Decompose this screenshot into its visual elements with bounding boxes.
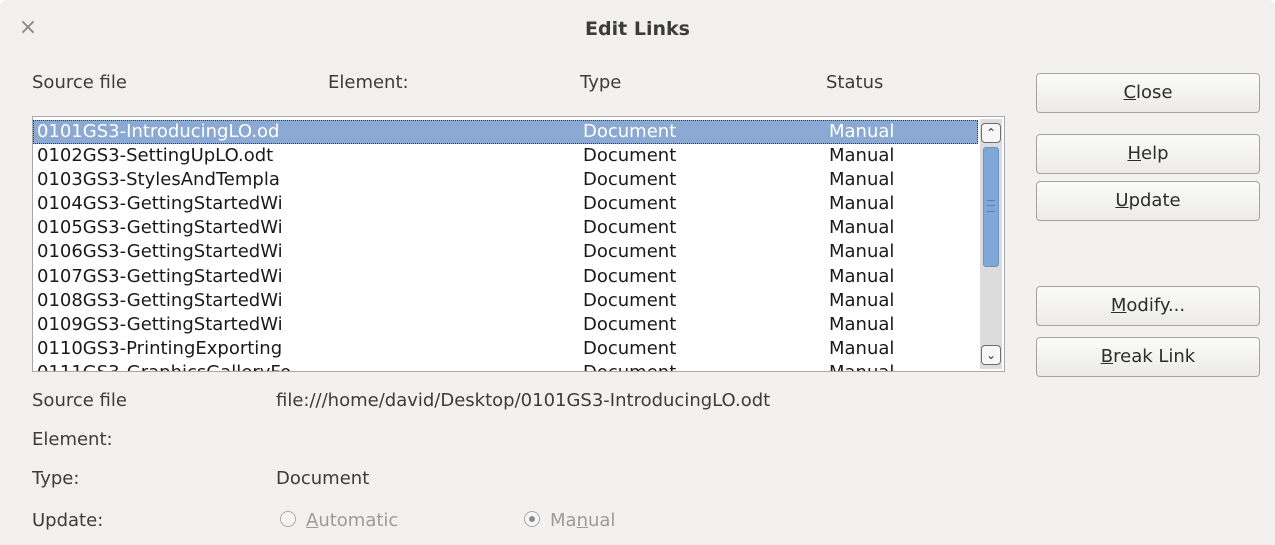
link-source-cell: 0105GS3-GettingStartedWi — [37, 217, 283, 239]
link-row[interactable]: 0101GS3-IntroducingLO.od Document Manual — [33, 120, 978, 145]
scrollbar-thumb[interactable] — [983, 147, 999, 267]
link-status-cell: Manual — [829, 169, 895, 191]
element-label: Element: — [32, 429, 113, 450]
update-button-mnemonic: U — [1115, 190, 1129, 211]
manual-radio-label: ual — [587, 510, 616, 531]
link-source-cell: 0108GS3-GettingStartedWi — [37, 289, 283, 311]
link-status-cell: Manual — [829, 217, 895, 239]
type-label: Type: — [32, 468, 80, 489]
source-file-value: file:///home/david/Desktop/0101GS3-Intro… — [276, 390, 771, 411]
link-status-cell: Manual — [829, 145, 895, 167]
chevron-down-icon[interactable]: ⌄ — [981, 345, 1001, 365]
automatic-radio-label: utomatic — [318, 510, 399, 531]
update-button-label: pdate — [1128, 190, 1181, 211]
link-status-cell: Manual — [829, 337, 895, 359]
link-status-cell: Manual — [829, 313, 895, 335]
vertical-scrollbar[interactable]: ⌃ ⌄ — [980, 119, 1002, 369]
link-status-cell: Manual — [829, 121, 895, 142]
update-button[interactable]: Update — [1036, 181, 1260, 221]
link-source-cell: 0102GS3-SettingUpLO.odt — [37, 145, 274, 167]
link-status-cell: Manual — [829, 193, 895, 215]
automatic-radio[interactable]: Automatic — [280, 510, 398, 531]
break-link-button[interactable]: Break Link — [1036, 337, 1260, 377]
help-button-label: elp — [1141, 143, 1169, 164]
link-status-cell: Manual — [829, 241, 895, 263]
link-type-cell: Document — [583, 241, 677, 263]
chevron-up-icon[interactable]: ⌃ — [981, 123, 1001, 143]
break-link-button-mnemonic: B — [1100, 346, 1114, 367]
link-row[interactable]: 0106GS3-GettingStartedWi Document Manual — [33, 240, 978, 264]
link-type-cell: Document — [583, 337, 677, 359]
modify-button-label: odify... — [1126, 295, 1186, 316]
link-source-cell: 0104GS3-GettingStartedWi — [37, 193, 283, 215]
manual-radio-indicator[interactable] — [524, 511, 540, 527]
break-link-button-label: reak Link — [1113, 346, 1196, 367]
type-value: Document — [276, 468, 370, 489]
column-header-status[interactable]: Status — [826, 72, 883, 93]
link-row[interactable]: 0110GS3-PrintingExporting Document Manual — [33, 337, 978, 361]
link-type-cell: Document — [583, 145, 677, 167]
link-type-cell: Document — [583, 313, 677, 335]
link-type-cell: Document — [583, 121, 677, 142]
link-type-cell: Document — [583, 169, 677, 191]
link-type-cell: Document — [583, 193, 677, 215]
link-row[interactable]: 0109GS3-GettingStartedWi Document Manual — [33, 313, 978, 337]
link-source-cell: 0109GS3-GettingStartedWi — [37, 313, 283, 335]
modify-button-mnemonic: M — [1110, 295, 1127, 316]
column-header-type[interactable]: Type — [580, 72, 621, 93]
link-row[interactable]: 0104GS3-GettingStartedWi Document Manual — [33, 192, 978, 216]
update-label: Update: — [32, 510, 104, 531]
source-file-label: Source file — [32, 390, 127, 411]
link-row[interactable]: 0107GS3-GettingStartedWi Document Manual — [33, 265, 978, 289]
help-button-mnemonic: H — [1127, 143, 1142, 164]
close-button-mnemonic: C — [1123, 82, 1137, 103]
link-row[interactable]: 0103GS3-StylesAndTempla Document Manual — [33, 168, 978, 192]
grip-icon — [987, 200, 995, 212]
link-status-cell: Manual — [829, 265, 895, 287]
column-header-source-file[interactable]: Source file — [32, 72, 127, 93]
link-type-cell: Document — [583, 289, 677, 311]
automatic-radio-mnemonic: A — [306, 510, 319, 531]
link-type-cell: Document — [583, 217, 677, 239]
links-list[interactable]: 0101GS3-IntroducingLO.od Document Manual 01… — [32, 116, 1005, 372]
link-status-cell: Manual — [829, 289, 895, 311]
title-bar: × Edit Links — [0, 0, 1275, 62]
link-source-cell: 0106GS3-GettingStartedWi — [37, 241, 283, 263]
link-source-cell: 0110GS3-PrintingExporting — [37, 337, 283, 359]
link-source-cell: 0107GS3-GettingStartedWi — [37, 265, 283, 287]
close-button-label: lose — [1136, 82, 1173, 103]
edit-links-dialog: × Edit Links Source file Element: Type S… — [0, 0, 1275, 545]
links-list-rows: 0101GS3-IntroducingLO.od Document Manual 01… — [33, 120, 978, 371]
manual-radio-label-pre: Ma — [550, 510, 577, 531]
column-header-element[interactable]: Element: — [328, 72, 409, 93]
dialog-title: Edit Links — [585, 18, 690, 40]
link-row[interactable]: 0108GS3-GettingStartedWi Document Manual — [33, 289, 978, 313]
link-source-cell: 0103GS3-StylesAndTempla — [37, 169, 280, 191]
link-row[interactable]: 0105GS3-GettingStartedWi Document Manual — [33, 216, 978, 240]
manual-radio[interactable]: Manual — [524, 510, 615, 531]
close-button[interactable]: Close — [1036, 73, 1260, 113]
link-row[interactable]: 0102GS3-SettingUpLO.odt Document Manual — [33, 144, 978, 168]
link-type-cell: Document — [583, 361, 783, 371]
manual-radio-mnemonic: n — [576, 510, 588, 531]
link-status-cell: Manual — [829, 361, 969, 371]
link-source-cell: 0111GS3-GraphicsGalleryFo — [37, 361, 315, 371]
help-button[interactable]: Help — [1036, 134, 1260, 174]
link-row[interactable]: 0111GS3-GraphicsGalleryFo Document Manual — [33, 361, 978, 371]
modify-button[interactable]: Modify... — [1036, 286, 1260, 326]
automatic-radio-indicator[interactable] — [280, 511, 296, 527]
link-source-cell: 0101GS3-IntroducingLO.od — [37, 121, 280, 142]
link-type-cell: Document — [583, 265, 677, 287]
